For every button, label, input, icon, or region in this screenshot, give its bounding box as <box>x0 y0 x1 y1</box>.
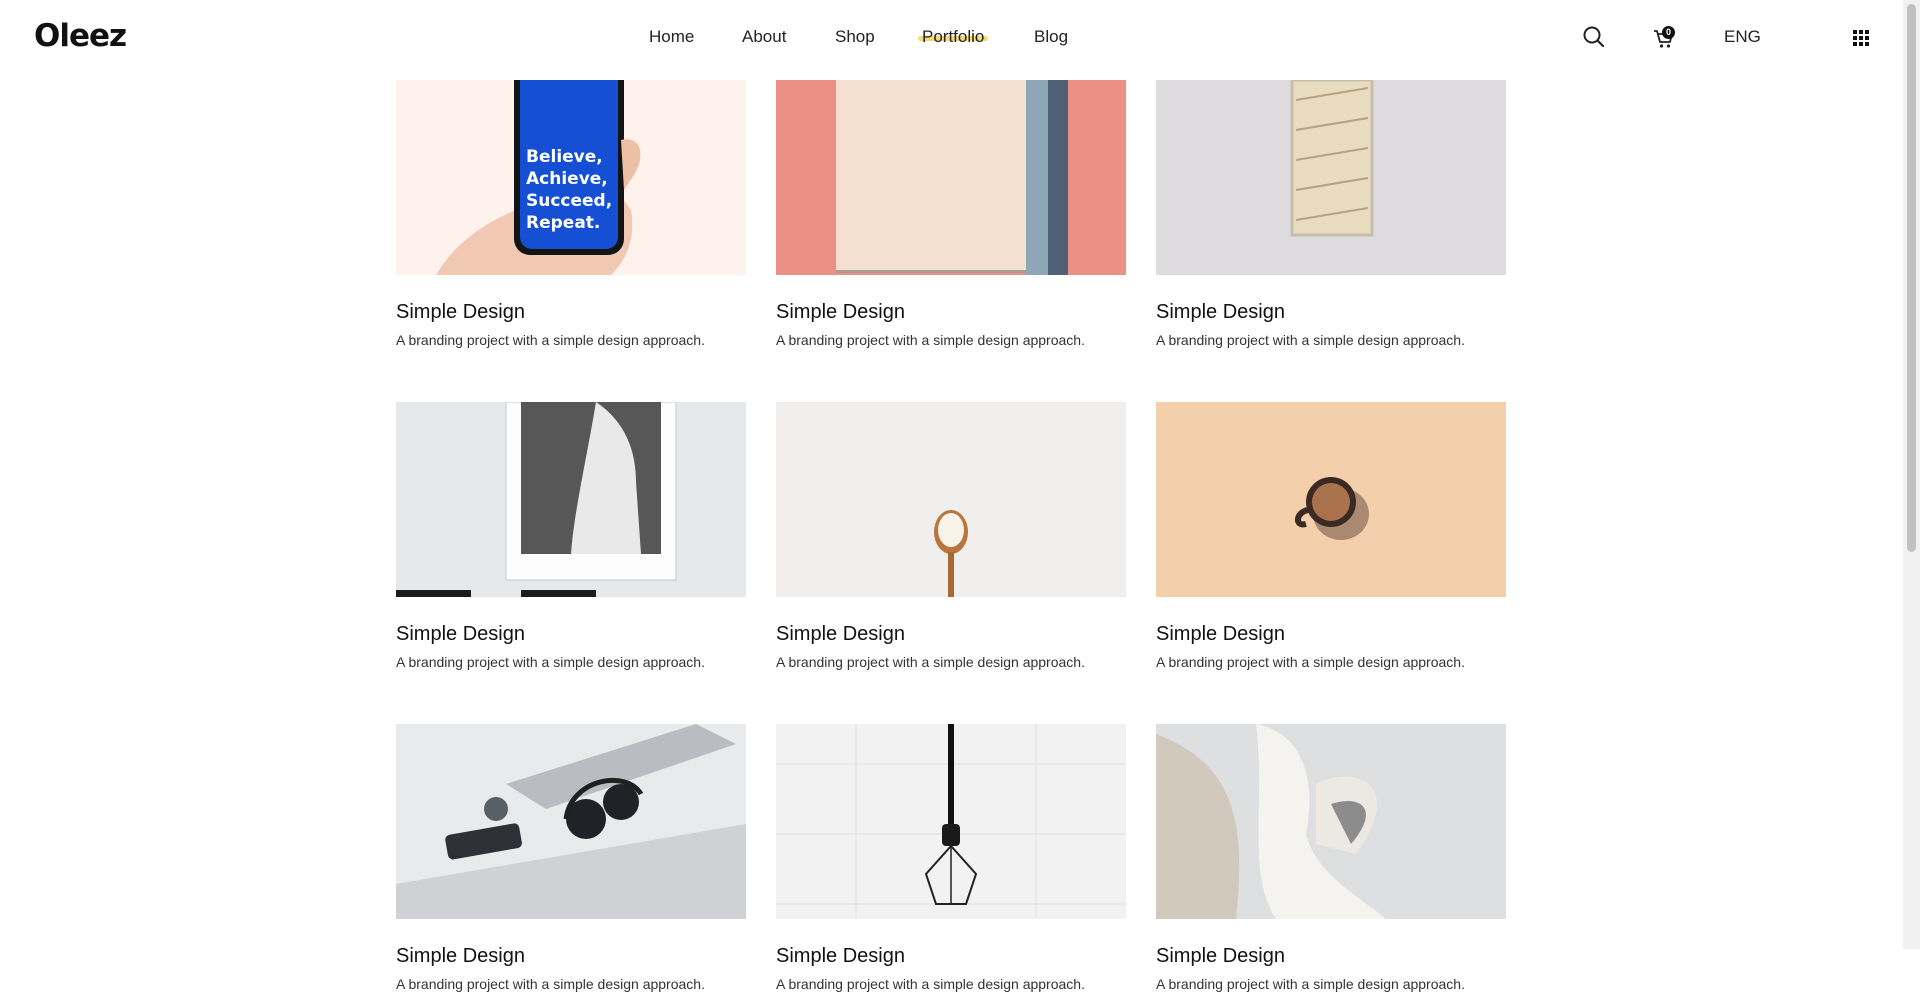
portfolio-card[interactable]: Simple Design A branding project with a … <box>396 402 746 670</box>
grid-menu-icon[interactable] <box>1853 30 1869 46</box>
phone-text-line: Believe, <box>526 147 603 167</box>
portfolio-card[interactable]: Simple Design A branding project with a … <box>776 80 1126 348</box>
portfolio-card[interactable]: Simple Design A branding project with a … <box>776 402 1126 670</box>
cart-count-badge: 0 <box>1662 26 1675 39</box>
phone-text-line: Achieve, <box>526 169 608 189</box>
nav-blog-label: Blog <box>1034 27 1069 46</box>
card-title[interactable]: Simple Design <box>776 301 1126 324</box>
portfolio-card[interactable]: Simple Design A branding project with a … <box>1156 402 1506 670</box>
phone-text-line: Succeed, <box>526 191 612 211</box>
nav-portfolio[interactable]: Portfolio <box>918 27 989 47</box>
portfolio-card[interactable]: Simple Design A branding project with a … <box>396 724 746 992</box>
card-description: A branding project with a simple design … <box>1156 976 1465 992</box>
nav-about[interactable]: About <box>742 27 786 47</box>
portfolio-card[interactable]: Believe, Achieve, Succeed, Repeat. Simpl… <box>396 80 746 348</box>
site-header: Oleez Home About Shop Portfolio Blog 0 E… <box>0 0 1903 80</box>
nav-portfolio-label: Portfolio <box>922 27 985 46</box>
search-icon[interactable] <box>1583 25 1605 49</box>
portfolio-image-lamp[interactable] <box>776 724 1126 919</box>
portfolio-image-architecture[interactable] <box>1156 724 1506 919</box>
page-scrollbar[interactable] <box>1903 0 1920 949</box>
portfolio-card[interactable]: Simple Design A branding project with a … <box>776 724 1126 992</box>
card-title[interactable]: Simple Design <box>396 945 746 968</box>
main-nav: Home About Shop Portfolio Blog <box>0 27 1903 51</box>
card-description: A branding project with a simple design … <box>396 976 705 992</box>
card-title[interactable]: Simple Design <box>1156 623 1506 646</box>
card-title[interactable]: Simple Design <box>396 623 746 646</box>
nav-shop-label: Shop <box>835 27 875 46</box>
portfolio-card[interactable]: Simple Design A branding project with a … <box>1156 80 1506 348</box>
portfolio-card[interactable]: Simple Design A branding project with a … <box>1156 724 1506 992</box>
card-title[interactable]: Simple Design <box>776 945 1126 968</box>
nav-blog[interactable]: Blog <box>1034 27 1068 47</box>
phone-text-line: Repeat. <box>526 213 600 233</box>
nav-home[interactable]: Home <box>649 27 694 47</box>
portfolio-image-stairs[interactable] <box>1156 80 1506 275</box>
card-title[interactable]: Simple Design <box>1156 301 1506 324</box>
card-description: A branding project with a simple design … <box>396 332 705 348</box>
card-description: A branding project with a simple design … <box>776 332 1085 348</box>
card-title[interactable]: Simple Design <box>396 301 746 324</box>
nav-about-label: About <box>742 27 787 46</box>
card-description: A branding project with a simple design … <box>776 654 1085 670</box>
portfolio-image-spoon[interactable] <box>776 402 1126 597</box>
nav-home-label: Home <box>649 27 695 46</box>
scrollbar-thumb[interactable] <box>1907 4 1916 552</box>
card-title[interactable]: Simple Design <box>776 623 1126 646</box>
portfolio-image-paper[interactable] <box>776 80 1126 275</box>
language-selector[interactable]: ENG <box>1724 27 1761 47</box>
portfolio-image-headphones[interactable] <box>396 724 746 919</box>
portfolio-image-frame[interactable] <box>396 402 746 597</box>
card-description: A branding project with a simple design … <box>396 654 705 670</box>
portfolio-image-phone[interactable]: Believe, Achieve, Succeed, Repeat. <box>396 80 746 275</box>
card-description: A branding project with a simple design … <box>1156 332 1465 348</box>
card-description: A branding project with a simple design … <box>776 976 1085 992</box>
portfolio-image-coffee[interactable] <box>1156 402 1506 597</box>
card-description: A branding project with a simple design … <box>1156 654 1465 670</box>
card-title[interactable]: Simple Design <box>1156 945 1506 968</box>
nav-shop[interactable]: Shop <box>835 27 875 47</box>
portfolio-grid: Believe, Achieve, Succeed, Repeat. Simpl… <box>0 0 1903 992</box>
